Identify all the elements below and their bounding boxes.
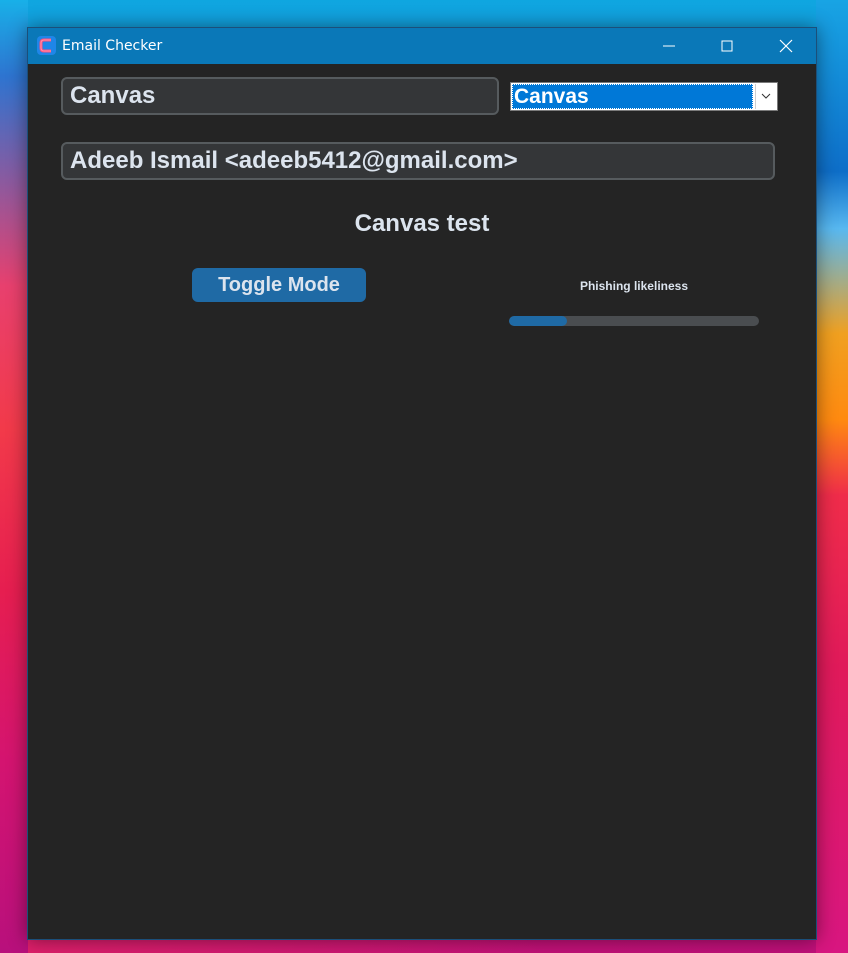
toggle-mode-button[interactable]: Toggle Mode [192,268,366,302]
title-bar[interactable]: Email Checker [28,28,816,64]
maximize-icon [721,40,733,52]
subject-input[interactable]: Canvas [61,77,499,115]
close-icon [779,39,793,53]
minimize-icon [663,45,675,47]
phishing-likeliness-fill [509,316,567,326]
email-checker-window: Email Checker Canvas Canvas Adeeb Ismail… [27,27,817,940]
chevron-down-icon [761,93,771,99]
page-title: Canvas test [354,210,490,237]
minimize-button[interactable] [640,28,698,64]
close-button[interactable] [757,28,815,64]
app-icon [37,36,56,55]
phishing-likeliness-label: Phishing likeliness [579,279,689,293]
sender-input-value: Adeeb Ismail <adeeb5412@gmail.com> [70,147,518,174]
maximize-button[interactable] [698,28,756,64]
sender-input[interactable]: Adeeb Ismail <adeeb5412@gmail.com> [61,142,775,180]
window-title: Email Checker [62,38,163,54]
platform-select-value: Canvas [512,84,753,109]
desktop-wallpaper-left [0,0,28,953]
subject-input-value: Canvas [70,82,156,109]
platform-select-arrow[interactable] [755,84,776,109]
platform-select[interactable]: Canvas [510,82,778,111]
desktop-wallpaper-right [816,0,848,953]
phishing-likeliness-bar [509,316,759,326]
